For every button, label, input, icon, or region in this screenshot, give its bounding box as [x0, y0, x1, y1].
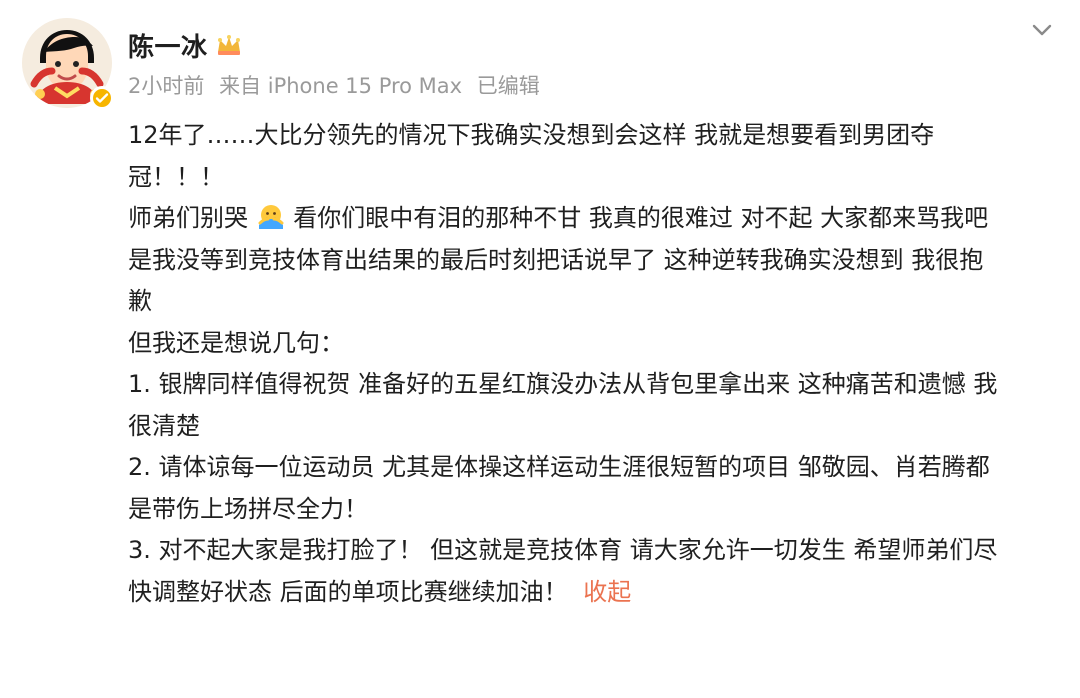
post-line-07: 1. 银牌同样值得祝贺 准备好的五星红旗没办法从背包里拿出来 这种痛苦和遗憾 我 — [128, 370, 998, 398]
post-line-12: 快调整好状态 后面的单项比赛继续加油！ 收起 — [128, 572, 1058, 614]
author-row: 陈一冰 — [128, 27, 242, 64]
post-line-06: 但我还是想说几句： — [128, 328, 344, 357]
post-content: 12年了……大比分领先的情况下我确实没想到会这样 我就是想要看到男团夺 冠！！！… — [128, 115, 1058, 613]
crown-icon-svg — [217, 35, 240, 55]
post-meta: 2小时前 来自 iPhone 15 Pro Max 已编辑 — [128, 70, 540, 100]
chevron-down-icon[interactable] — [1030, 18, 1054, 42]
post-line-01: 12年了……大比分领先的情况下我确实没想到会这样 我就是想要看到男团夺 — [128, 121, 935, 149]
post-line-11: 3. 对不起大家是我打脸了！ 但这就是竞技体育 请大家允许一切发生 希望师弟们尽 — [128, 536, 998, 564]
hug-emoji-icon-svg — [258, 205, 284, 229]
verified-badge-icon — [90, 86, 114, 110]
post-line-03-part-1: 师弟们别哭 — [128, 204, 248, 232]
avatar-container[interactable] — [22, 18, 114, 110]
post-line-08: 很清楚 — [128, 411, 200, 440]
hug-emoji-icon — [257, 203, 285, 231]
verified-badge-icon-svg — [95, 93, 109, 103]
post-line-12-text: 快调整好状态 后面的单项比赛继续加油！ — [128, 577, 568, 606]
post-line-03: 师弟们别哭 看你们眼中有泪的那种不甘 我真的很难过 对不起 大家都来骂我吧 — [128, 198, 1058, 240]
weibo-post: 陈一冰 2小时前 来自 iPhone 15 Pro Max 已编辑 12年了……… — [0, 0, 1080, 698]
author-name[interactable]: 陈一冰 — [128, 27, 208, 64]
post-time: 2小时前 — [128, 74, 205, 98]
post-line-04: 是我没等到竞技体育出结果的最后时刻把话说早了 这种逆转我确实没想到 我很抱 — [128, 245, 984, 274]
post-source: 来自 iPhone 15 Pro Max — [219, 74, 463, 98]
post-line-02: 冠！！！ — [128, 162, 224, 191]
post-line-09: 2. 请体谅每一位运动员 尤其是体操这样运动生涯很短暂的项目 邹敬园、肖若腾都 — [128, 453, 990, 481]
crown-icon — [216, 33, 242, 57]
chevron-down-icon-svg — [1032, 24, 1052, 36]
post-line-10: 是带伤上场拼尽全力！ — [128, 494, 368, 523]
post-line-03-part-2: 看你们眼中有泪的那种不甘 我真的很难过 对不起 大家都来骂我吧 — [293, 204, 989, 232]
edited-status: 已编辑 — [476, 74, 540, 98]
collapse-link[interactable]: 收起 — [583, 578, 631, 606]
post-line-05: 歉 — [128, 287, 152, 315]
